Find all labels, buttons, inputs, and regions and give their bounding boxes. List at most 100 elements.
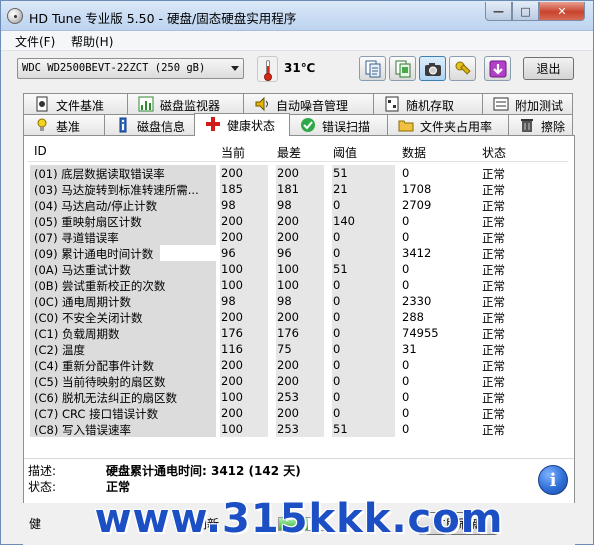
tab-health[interactable]: 健康状态 (194, 113, 290, 136)
cell-current: 200 (221, 310, 243, 324)
cell-data: 1708 (402, 182, 432, 196)
cell-current: 200 (221, 214, 243, 228)
table-row[interactable]: (C2) 温度 116 75 0 31 正常 (28, 341, 568, 357)
title-bar[interactable]: HD Tune 专业版 5.50 - 硬盘/固态硬盘实用程序 — □ ✕ (1, 1, 593, 31)
drive-select[interactable]: WDC WD2500BEVT-22ZCT (250 gB) (17, 58, 244, 79)
cell-attribute-id: (05) 重映射扇区计数 (30, 213, 216, 229)
table-row[interactable]: (C6) 脱机无法纠正的扇区数 100 253 0 0 正常 (28, 389, 568, 405)
cell-shade (332, 293, 395, 309)
tab-noise-management[interactable]: 自动噪音管理 (243, 93, 374, 114)
tab-file-benchmark[interactable]: 文件基准 (23, 93, 128, 114)
cell-threshold: 0 (333, 374, 341, 388)
cell-threshold: 0 (333, 230, 341, 244)
cell-status: 正常 (482, 199, 505, 213)
close-button[interactable]: ✕ (539, 2, 585, 21)
col-header-current[interactable]: 当前 (221, 144, 245, 161)
table-row[interactable]: (C7) CRC 接口错误计数 200 200 0 0 正常 (28, 405, 568, 421)
tab-label: 随机存取 (406, 99, 455, 113)
cell-threshold: 0 (333, 342, 341, 356)
cell-status: 正常 (482, 279, 505, 293)
cell-current: 100 (221, 390, 243, 404)
minimize-button[interactable]: — (485, 2, 512, 21)
cell-current: 100 (221, 262, 243, 276)
maximize-button[interactable]: □ (512, 2, 539, 21)
cell-shade (332, 197, 395, 213)
cell-worst: 200 (277, 166, 299, 180)
cell-current: 185 (221, 182, 243, 196)
hdtune-app-icon (7, 8, 23, 24)
cell-worst: 200 (277, 310, 299, 324)
cell-status: 正常 (482, 167, 505, 181)
cell-shade (332, 405, 395, 421)
cell-attribute-id: (C4) 重新分配事件计数 (30, 357, 216, 373)
tab-random-access[interactable]: 随机存取 (373, 93, 483, 114)
cell-shade (332, 229, 395, 245)
cell-shade (332, 341, 395, 357)
tab-folder-usage[interactable]: 文件夹占用率 (387, 114, 509, 135)
toolbar: WDC WD2500BEVT-22ZCT (250 gB) 31℃ 退出 (1, 51, 593, 89)
table-row[interactable]: (C5) 当前待映射的扇区数 200 200 0 0 正常 (28, 373, 568, 389)
file-benchmark-icon (36, 96, 48, 112)
tab-error-scan[interactable]: 错误扫描 (289, 114, 388, 135)
cell-threshold: 0 (333, 358, 341, 372)
table-row[interactable]: (C0) 不安全关闭计数 200 200 0 288 正常 (28, 309, 568, 325)
table-row[interactable]: (01) 底层数据读取错误率 200 200 51 0 正常 (28, 165, 568, 181)
menu-help[interactable]: 帮助(H) (67, 33, 117, 50)
copy-screen-button[interactable] (389, 56, 416, 81)
save-button[interactable] (484, 56, 511, 81)
cell-status: 正常 (482, 295, 505, 309)
window-title: HD Tune 专业版 5.50 - 硬盘/固态硬盘实用程序 (29, 11, 297, 26)
cell-data: 0 (402, 406, 410, 420)
error-scan-icon (301, 118, 315, 132)
table-row[interactable]: (09) 累计通电时间计数 96 96 0 3412 正常 (28, 245, 568, 261)
tab-label: 附加测试 (515, 99, 564, 113)
cell-worst: 253 (277, 422, 299, 436)
cell-status: 正常 (482, 423, 505, 437)
exit-button[interactable]: 退出 (523, 57, 574, 80)
cell-current: 100 (221, 422, 243, 436)
table-row[interactable]: (0A) 马达重试计数 100 100 51 0 正常 (28, 261, 568, 277)
table-row[interactable]: (03) 马达旋转到标准转速所需... 185 181 21 1708 正常 (28, 181, 568, 197)
cell-attribute-id: (07) 寻道错误率 (30, 229, 216, 245)
menu-file[interactable]: 文件(F) (11, 33, 59, 50)
copy-info-button[interactable] (359, 56, 386, 81)
table-row[interactable]: (05) 重映射扇区计数 200 200 140 0 正常 (28, 213, 568, 229)
cell-status: 正常 (482, 247, 505, 261)
cell-data: 0 (402, 422, 410, 436)
speaker-icon (255, 96, 268, 112)
tab-disk-info[interactable]: 磁盘信息 (104, 114, 195, 135)
cell-status: 正常 (482, 327, 505, 341)
cell-attribute-id: (C0) 不安全关闭计数 (30, 309, 216, 325)
info-icon[interactable]: i (538, 465, 568, 495)
table-row[interactable]: (0C) 通电周期计数 98 98 0 2330 正常 (28, 293, 568, 309)
cell-threshold: 140 (333, 214, 355, 228)
tab-extra-tests[interactable]: 附加测试 (482, 93, 573, 114)
table-row[interactable]: (C4) 重新分配事件计数 200 200 0 0 正常 (28, 357, 568, 373)
tab-erase[interactable]: 擦除 (508, 114, 573, 135)
table-row[interactable]: (04) 马达启动/停止计数 98 98 0 2709 正常 (28, 197, 568, 213)
tab-label: 健康状态 (227, 119, 276, 133)
tab-label: 文件夹占用率 (420, 120, 493, 134)
col-header-threshold[interactable]: 阈值 (333, 144, 357, 161)
table-row[interactable]: (C1) 负载周期数 176 176 0 74955 正常 (28, 325, 568, 341)
details-area: 描述: 硬盘累计通电时间: 3412 (142 天) 状态: 正常 i (24, 458, 574, 498)
tab-label: 磁盘信息 (137, 120, 186, 134)
cell-worst: 96 (277, 246, 292, 260)
tab-disk-monitor[interactable]: 磁盘监视器 (127, 93, 244, 114)
tab-benchmark[interactable]: 基准 (23, 114, 105, 135)
options-button[interactable] (449, 56, 476, 81)
table-row[interactable]: (0B) 尝试重新校正的次数 100 100 0 0 正常 (28, 277, 568, 293)
cell-threshold: 51 (333, 262, 348, 276)
col-header-data[interactable]: 数据 (402, 144, 426, 161)
col-header-id[interactable]: ID (34, 144, 47, 158)
cell-shade (332, 325, 395, 341)
screenshot-button[interactable] (419, 56, 446, 81)
col-header-status[interactable]: 状态 (482, 144, 506, 161)
table-row[interactable]: (07) 寻道错误率 200 200 0 0 正常 (28, 229, 568, 245)
options-icon (455, 61, 471, 75)
cell-worst: 200 (277, 374, 299, 388)
cell-status: 正常 (482, 359, 505, 373)
cell-shade (332, 245, 395, 261)
col-header-worst[interactable]: 最差 (277, 144, 301, 161)
table-row[interactable]: (C8) 写入错误速率 100 253 51 0 正常 (28, 421, 568, 437)
